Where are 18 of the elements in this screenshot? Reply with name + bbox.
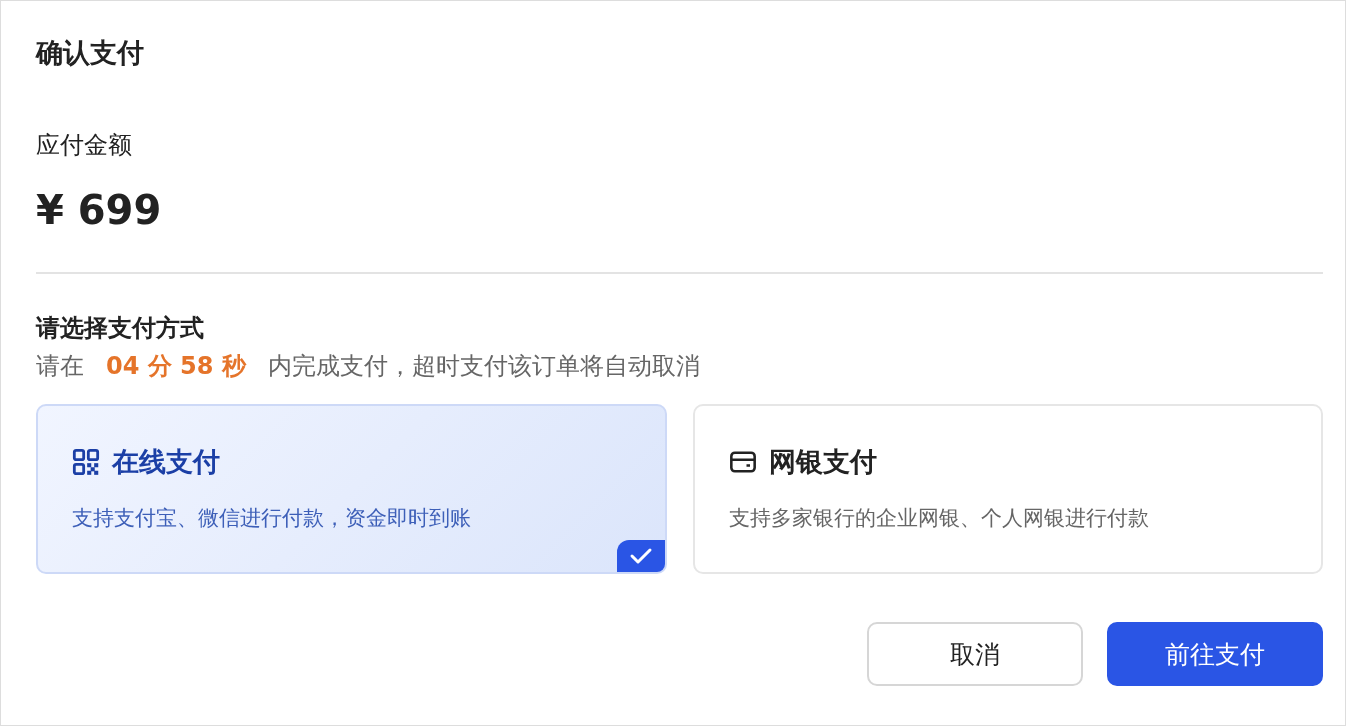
notice-text: 内完成支付，超时支付该订单将自动取消 — [267, 351, 700, 382]
amount-value: ¥ 699 — [36, 186, 163, 235]
qr-code-icon — [72, 448, 100, 476]
amount-label: 应付金额 — [36, 130, 133, 161]
check-icon — [616, 540, 665, 572]
notice-text: 请在 — [36, 351, 84, 382]
pay-button[interactable]: 前往支付 — [1107, 622, 1323, 686]
option-description: 支持支付宝、微信进行付款，资金即时到账 — [72, 505, 472, 532]
countdown-text: 04 分 58 秒 — [106, 351, 246, 382]
payment-option[interactable]: 网银支付 支持多家银行的企业网银、个人网银进行付款 — [692, 404, 1323, 574]
wallet-icon — [728, 448, 757, 476]
section-heading: 请选择支付方式 — [36, 313, 205, 344]
cancel-button[interactable]: 取消 — [867, 622, 1083, 686]
option-title: 网银支付 — [768, 445, 877, 479]
dialog-title: 确认支付 — [36, 36, 145, 70]
option-description: 支持多家银行的企业网银、个人网银进行付款 — [728, 505, 1150, 532]
option-title: 在线支付 — [112, 445, 220, 479]
payment-option[interactable]: 在线支付 支持支付宝、微信进行付款，资金即时到账 — [36, 404, 667, 574]
